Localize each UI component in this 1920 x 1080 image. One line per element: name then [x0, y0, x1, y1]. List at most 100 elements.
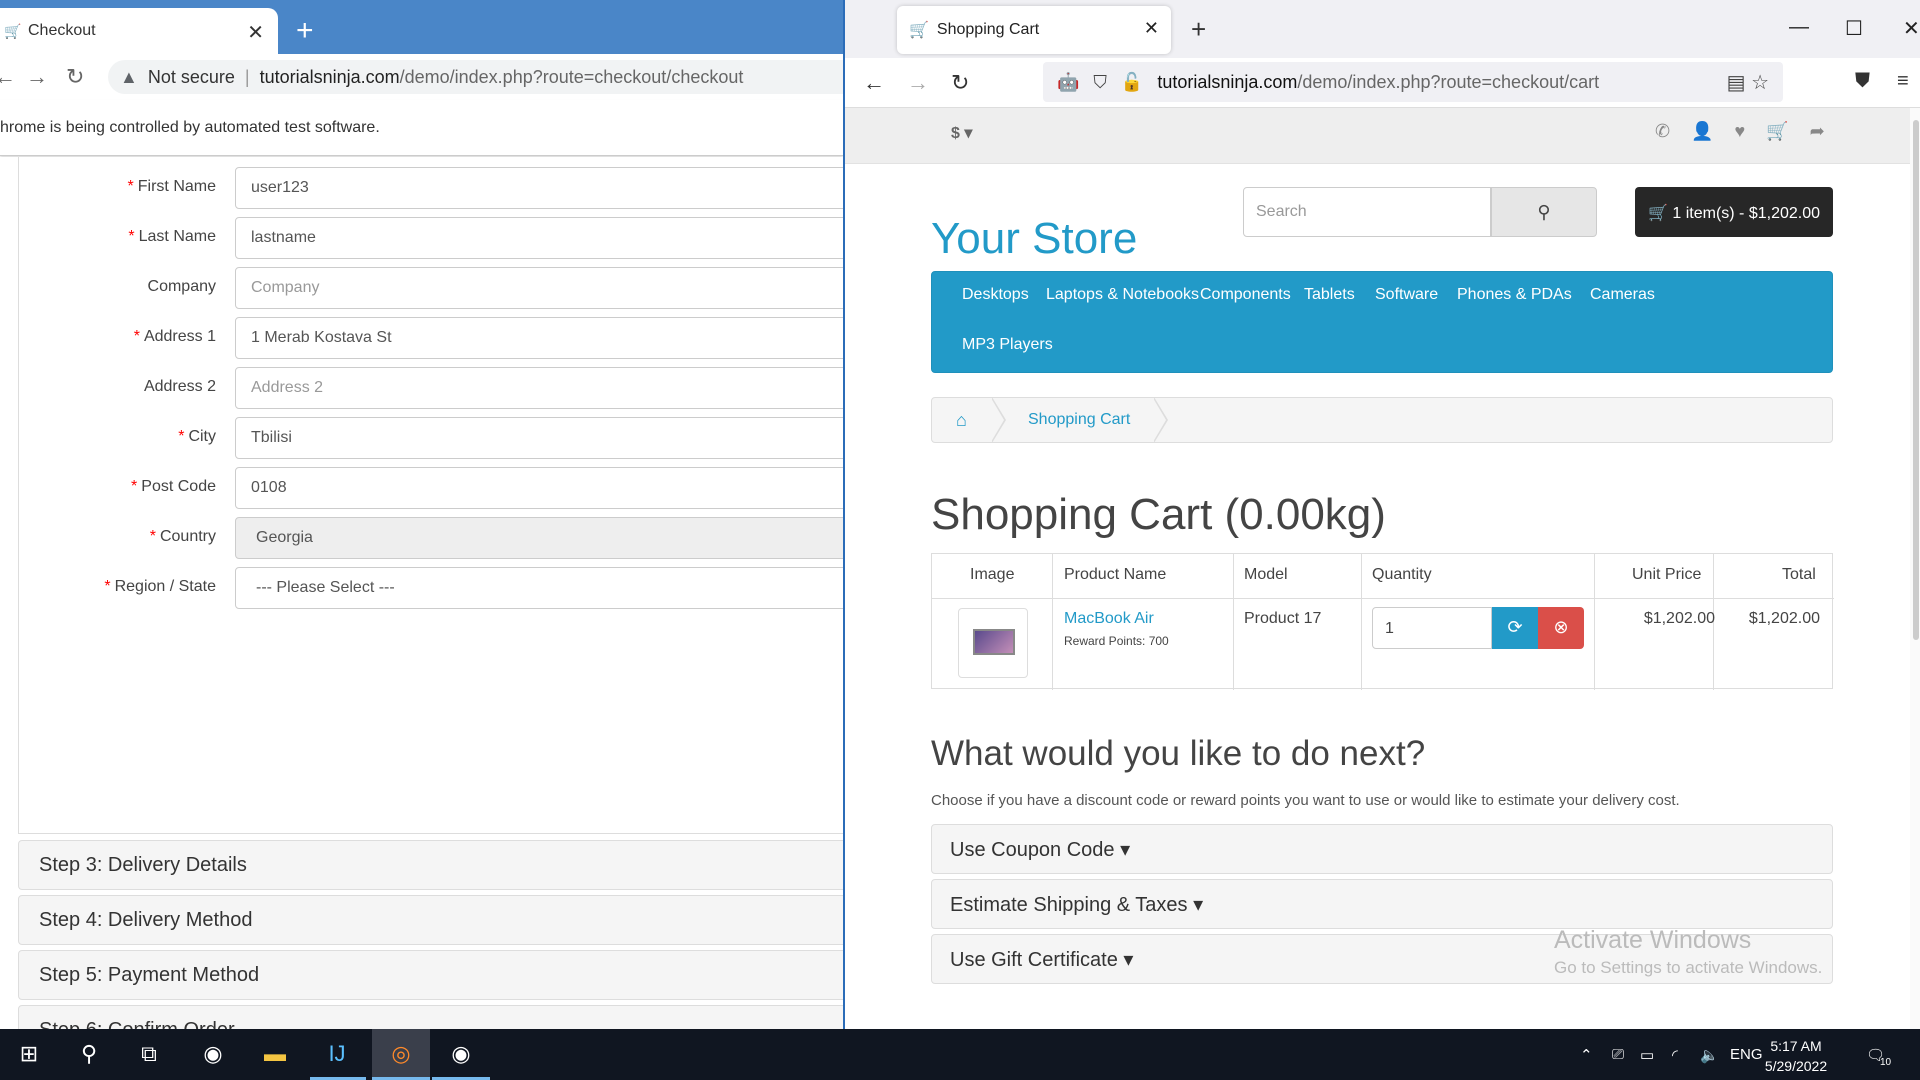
- chrome-address-bar[interactable]: ▲ Not secure | tutorialsninja.com/demo/i…: [108, 60, 843, 94]
- chrome-taskbar-icon-2[interactable]: ◉: [446, 1041, 476, 1069]
- firefox-tab-shopping-cart[interactable]: 🛒 Shopping Cart ✕: [897, 6, 1171, 54]
- tray-chevron-icon[interactable]: ⌃: [1580, 1046, 1593, 1064]
- company-input[interactable]: Company: [235, 267, 843, 309]
- menu-item-components[interactable]: Components: [1200, 286, 1291, 304]
- file-explorer-icon[interactable]: ▬: [260, 1041, 290, 1069]
- billing-form-panel: * First Name user123 * Last Name lastname …: [18, 157, 843, 834]
- update-button[interactable]: ⟳: [1492, 607, 1538, 649]
- chrome-tab-checkout[interactable]: 🛒 Checkout ✕: [0, 8, 278, 54]
- search-icon[interactable]: ⚲: [74, 1041, 104, 1069]
- firefox-address-bar[interactable]: 🤖 ⛉ 🔓 tutorialsninja.com/demo/index.php?…: [1043, 62, 1783, 102]
- post-code-label: * Post Code: [131, 478, 216, 495]
- home-icon[interactable]: ⌂: [956, 410, 967, 431]
- close-tab-icon[interactable]: ✕: [247, 20, 264, 45]
- windows-start-icon[interactable]: ⊞: [14, 1041, 44, 1069]
- address-1-input[interactable]: 1 Merab Kostava St: [235, 317, 843, 359]
- reload-icon[interactable]: ↻: [951, 70, 969, 96]
- volume-icon[interactable]: 🔈: [1700, 1046, 1719, 1064]
- store-logo[interactable]: Your Store: [931, 214, 1137, 264]
- menu-item-desktops[interactable]: Desktops: [962, 286, 1029, 304]
- menu-item-software[interactable]: Software: [1375, 286, 1438, 304]
- insecure-lock-icon: 🔓: [1120, 71, 1144, 92]
- quantity-input[interactable]: 1: [1372, 607, 1492, 649]
- search-input[interactable]: Search: [1243, 187, 1491, 237]
- notification-count: 10: [1880, 1057, 1892, 1068]
- firefox-tab-title: Shopping Cart: [936, 21, 1040, 38]
- not-secure-label: Not secure: [147, 66, 235, 87]
- back-icon[interactable]: ←: [863, 70, 885, 96]
- required-mark: *: [178, 428, 185, 445]
- reader-star-icons[interactable]: ▤ ☆: [1727, 70, 1769, 95]
- step-4-delivery-method[interactable]: Step 4: Delivery Method: [18, 895, 843, 945]
- col-header-product: Product Name: [1064, 566, 1167, 583]
- forward-icon[interactable]: →: [907, 70, 929, 96]
- country-label: * Country: [149, 528, 216, 545]
- firefox-taskbar-icon[interactable]: ◎: [386, 1041, 416, 1069]
- coupon-accordion[interactable]: Use Coupon Code ▾: [931, 824, 1833, 874]
- clock[interactable]: 5:17 AM 5/29/2022: [1756, 1036, 1836, 1076]
- intellij-icon[interactable]: IJ: [322, 1041, 352, 1069]
- col-header-model: Model: [1244, 566, 1288, 583]
- wifi-icon[interactable]: ◜: [1672, 1046, 1678, 1064]
- cart-button[interactable]: 🛒 1 item(s) - $1,202.00: [1635, 187, 1833, 237]
- city-input[interactable]: Tbilisi: [235, 417, 843, 459]
- back-icon[interactable]: ←: [0, 64, 16, 90]
- new-tab-button[interactable]: +: [296, 16, 314, 46]
- product-thumbnail[interactable]: [958, 608, 1028, 678]
- first-name-label: * First Name: [127, 178, 216, 195]
- menu-item-phones[interactable]: Phones & PDAs: [1457, 286, 1572, 304]
- menu-icon[interactable]: ≡: [1897, 70, 1909, 93]
- menu-item-mp3[interactable]: MP3 Players: [962, 336, 1053, 354]
- activate-windows-title: Activate Windows: [1554, 926, 1752, 954]
- remove-button[interactable]: ⊗: [1538, 607, 1584, 649]
- url-separator: |: [244, 66, 250, 87]
- url-host: tutorialsninja.com: [1157, 71, 1298, 92]
- step-5-payment-method[interactable]: Step 5: Payment Method: [18, 950, 843, 1000]
- breadcrumb-shopping-cart[interactable]: Shopping Cart: [1028, 411, 1130, 429]
- maximize-icon[interactable]: ☐: [1845, 16, 1863, 41]
- scrollbar-thumb[interactable]: [1913, 120, 1919, 640]
- region-label: * Region / State: [104, 578, 216, 595]
- new-tab-button[interactable]: +: [1191, 14, 1206, 45]
- region-select[interactable]: --- Please Select ---: [235, 567, 843, 609]
- pocket-icon[interactable]: ⛊: [1855, 70, 1870, 93]
- currency-dropdown[interactable]: $ ▾: [951, 123, 972, 143]
- page-title: Shopping Cart (0.00kg): [931, 490, 1386, 539]
- col-header-image: Image: [970, 566, 1015, 583]
- product-name-link[interactable]: MacBook Air: [1064, 610, 1154, 628]
- minimize-icon[interactable]: —: [1789, 16, 1809, 39]
- close-window-icon[interactable]: ✕: [1903, 16, 1920, 41]
- required-mark: *: [127, 178, 134, 195]
- reload-icon[interactable]: ↻: [66, 64, 84, 90]
- first-name-input[interactable]: user123: [235, 167, 843, 209]
- url-path: /demo/index.php?route=checkout/cart: [1297, 71, 1600, 92]
- col-header-unit-price: Unit Price: [1632, 566, 1702, 583]
- menu-item-tablets[interactable]: Tablets: [1304, 286, 1355, 304]
- required-mark: *: [131, 478, 138, 495]
- form-row-address-2: Address 2 Address 2: [19, 367, 843, 409]
- forward-icon[interactable]: →: [26, 64, 48, 90]
- col-header-quantity: Quantity: [1372, 566, 1432, 583]
- menu-item-cameras[interactable]: Cameras: [1590, 286, 1655, 304]
- camera-icon[interactable]: ⎚: [1612, 1046, 1624, 1063]
- menu-item-laptops[interactable]: Laptops & Notebooks: [1046, 286, 1199, 304]
- last-name-input[interactable]: lastname: [235, 217, 843, 259]
- close-tab-icon[interactable]: ✕: [1144, 18, 1159, 39]
- post-code-input[interactable]: 0108: [235, 467, 843, 509]
- step-3-delivery-details[interactable]: Step 3: Delivery Details: [18, 840, 843, 890]
- breadcrumb-divider-fill: [991, 398, 1004, 442]
- last-name-label: * Last Name: [128, 228, 216, 245]
- address-2-input[interactable]: Address 2: [235, 367, 843, 409]
- shipping-accordion[interactable]: Estimate Shipping & Taxes ▾: [931, 879, 1833, 929]
- firefox-toolbar: ← → ↻ 🤖 ⛉ 🔓 tutorialsninja.com/demo/inde…: [845, 58, 1920, 108]
- account-icons[interactable]: ✆ 👤 ♥ 🛒 ➦: [1655, 121, 1833, 142]
- battery-icon[interactable]: ▭: [1640, 1046, 1654, 1064]
- page-scrollbar[interactable]: [1910, 108, 1920, 1029]
- search-button[interactable]: ⚲: [1491, 187, 1597, 237]
- form-row-post-code: * Post Code 0108: [19, 467, 843, 509]
- chrome-taskbar-icon[interactable]: ◉: [198, 1041, 228, 1069]
- address-1-label: * Address 1: [133, 328, 216, 345]
- country-select[interactable]: Georgia: [235, 517, 843, 559]
- task-view-icon[interactable]: ⧉: [134, 1041, 164, 1069]
- step-6-confirm-order[interactable]: Step 6: Confirm Order: [18, 1005, 843, 1029]
